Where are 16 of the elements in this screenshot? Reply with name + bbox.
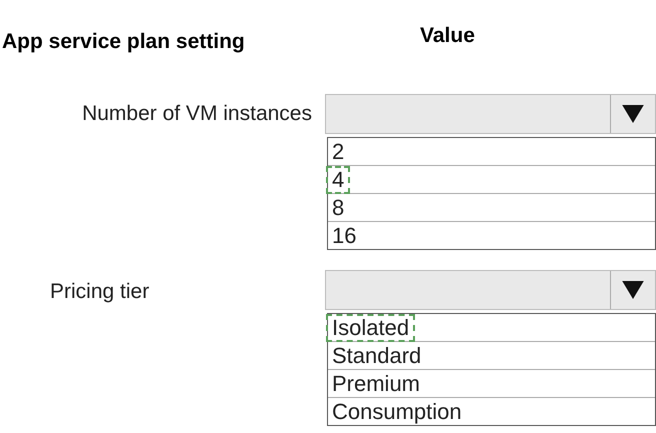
dropdown[interactable] bbox=[325, 94, 656, 134]
caret-icon bbox=[622, 105, 644, 123]
column-header: App service plan setting bbox=[1, 30, 246, 54]
dropdown-option[interactable]: 16 bbox=[326, 222, 362, 250]
setting-label: Pricing tier bbox=[49, 279, 150, 305]
caret-icon bbox=[622, 281, 644, 299]
dropdown-option[interactable]: 4 bbox=[326, 166, 350, 194]
dropdown-option[interactable]: Consumption bbox=[326, 398, 468, 426]
dropdown-option[interactable]: Isolated bbox=[326, 314, 416, 342]
dropdown-option[interactable]: 2 bbox=[326, 138, 350, 166]
column-header: Value bbox=[420, 24, 475, 48]
dropdown[interactable] bbox=[325, 270, 656, 310]
setting-label: Number of VM instances bbox=[81, 101, 312, 127]
dropdown-option[interactable]: Standard bbox=[326, 342, 428, 370]
dropdown-option[interactable]: Premium bbox=[326, 370, 426, 398]
dropdown-option[interactable]: 8 bbox=[326, 194, 350, 222]
